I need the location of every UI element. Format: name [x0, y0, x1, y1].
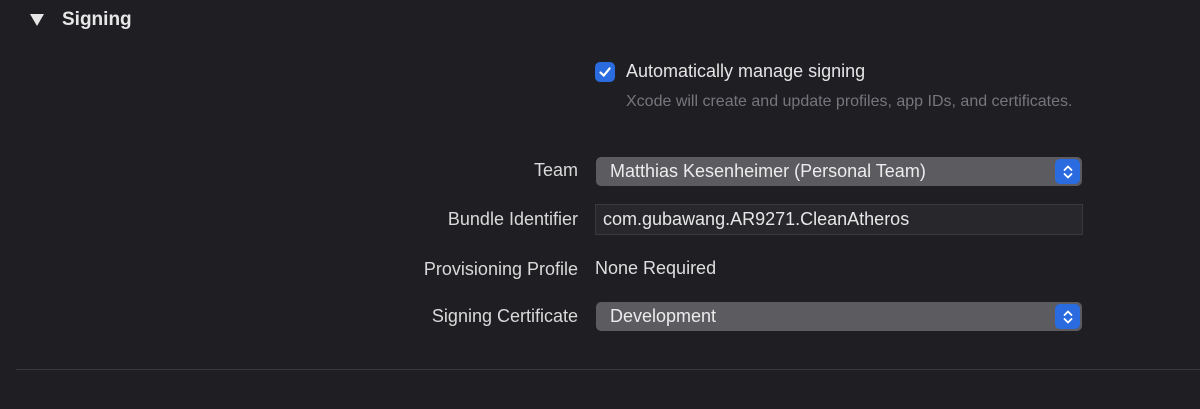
bundle-identifier-label: Bundle Identifier — [447, 209, 578, 229]
signing-section-header[interactable]: Signing — [30, 8, 132, 32]
bundle-identifier-field[interactable]: com.gubawang.AR9271.CleanAtheros — [595, 204, 1083, 235]
signing-certificate-popup[interactable]: Development — [596, 302, 1082, 331]
up-down-chevron-icon — [1055, 304, 1080, 329]
disclosure-triangle-icon[interactable] — [30, 14, 44, 26]
auto-manage-signing-row[interactable]: Automatically manage signing — [595, 61, 865, 82]
section-title: Signing — [62, 9, 132, 30]
team-label: Team — [533, 160, 578, 180]
section-divider — [16, 369, 1200, 370]
auto-manage-signing-checkbox[interactable] — [595, 61, 615, 82]
team-popup[interactable]: Matthias Kesenheimer (Personal Team) — [596, 157, 1082, 186]
signing-certificate-value: Development — [610, 306, 717, 326]
auto-manage-signing-help: Xcode will create and update profiles, a… — [626, 93, 1073, 110]
signing-certificate-label: Signing Certificate — [431, 306, 578, 326]
team-value: Matthias Kesenheimer (Personal Team) — [610, 161, 926, 181]
provisioning-profile-value: None Required — [595, 258, 717, 278]
auto-manage-signing-label[interactable]: Automatically manage signing — [626, 61, 865, 82]
provisioning-profile-label: Provisioning Profile — [423, 259, 578, 279]
up-down-chevron-icon — [1055, 159, 1080, 184]
checkmark-icon — [599, 66, 611, 77]
